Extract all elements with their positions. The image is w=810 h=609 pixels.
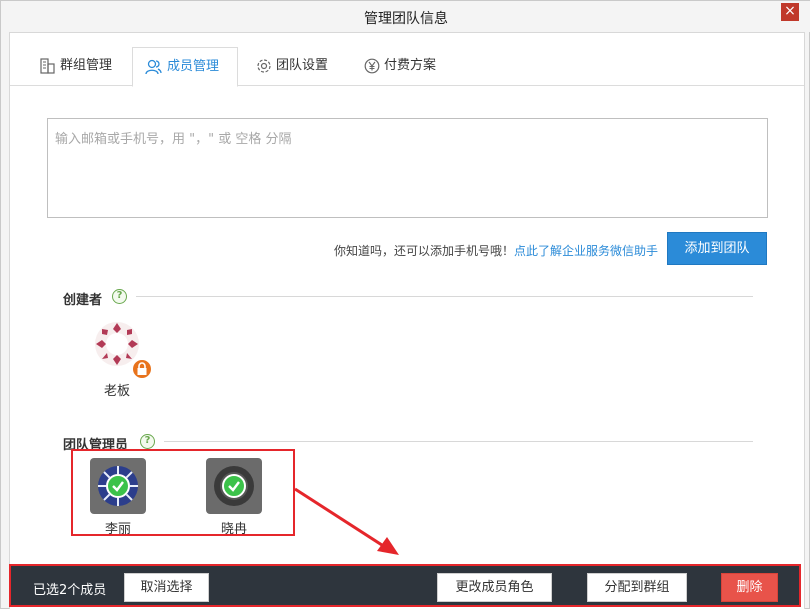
annotation-arrow-icon <box>294 487 399 555</box>
tab-bar: 群组管理 成员管理 团队设置 付费方案 <box>10 47 804 87</box>
cancel-selection-button[interactable]: 取消选择 <box>124 573 209 602</box>
gear-icon <box>257 59 271 73</box>
avatar <box>89 320 153 380</box>
section-divider <box>136 296 753 297</box>
help-icon[interactable]: ? <box>112 289 127 304</box>
dialog-window: 管理团队信息 × 群组管理 成员管理 团队设置 付费方案 输入邮箱或手机号，用 … <box>0 0 810 609</box>
tab-member-management[interactable]: 成员管理 <box>132 47 238 87</box>
building-icon <box>40 58 55 74</box>
dialog-title: 管理团队信息 <box>364 11 448 27</box>
tab-label: 付费方案 <box>384 58 437 73</box>
add-to-team-button[interactable]: 添加到团队 <box>667 232 767 265</box>
yen-icon <box>364 58 380 74</box>
tab-group-management[interactable]: 群组管理 <box>38 47 128 86</box>
member-creator[interactable]: 老板 <box>82 320 153 399</box>
wechat-assistant-link[interactable]: 点此了解企业服务微信助手 <box>514 244 658 258</box>
lock-icon <box>131 358 153 380</box>
users-icon <box>145 59 162 75</box>
member-name: 老板 <box>103 384 130 399</box>
close-icon: × <box>784 3 796 19</box>
tab-label: 成员管理 <box>167 59 220 74</box>
tab-team-settings[interactable]: 团队设置 <box>254 47 344 86</box>
selection-highlight-box <box>71 449 295 536</box>
invite-input[interactable] <box>47 118 768 218</box>
tab-label: 团队设置 <box>276 58 329 73</box>
selected-count-label: 已选2个成员 <box>33 583 107 598</box>
close-button[interactable]: × <box>781 3 799 21</box>
delete-button[interactable]: 删除 <box>721 573 778 602</box>
bulk-action-bar: 已选2个成员 取消选择 更改成员角色 分配到群组 删除 <box>9 564 801 607</box>
section-divider <box>164 441 753 442</box>
assign-to-group-button[interactable]: 分配到群组 <box>587 573 687 602</box>
tab-label: 群组管理 <box>60 58 113 73</box>
tab-payment-plan[interactable]: 付费方案 <box>362 47 452 86</box>
creator-section-title: 创建者 <box>63 293 103 308</box>
change-role-button[interactable]: 更改成员角色 <box>437 573 552 602</box>
hint-text: 你知道吗，还可以添加手机号哦！ <box>334 244 515 258</box>
help-icon[interactable]: ? <box>140 434 155 449</box>
title-bar: 管理团队信息 × <box>1 1 810 32</box>
phone-hint: 你知道吗，还可以添加手机号哦！点此了解企业服务微信助手 <box>334 242 658 259</box>
